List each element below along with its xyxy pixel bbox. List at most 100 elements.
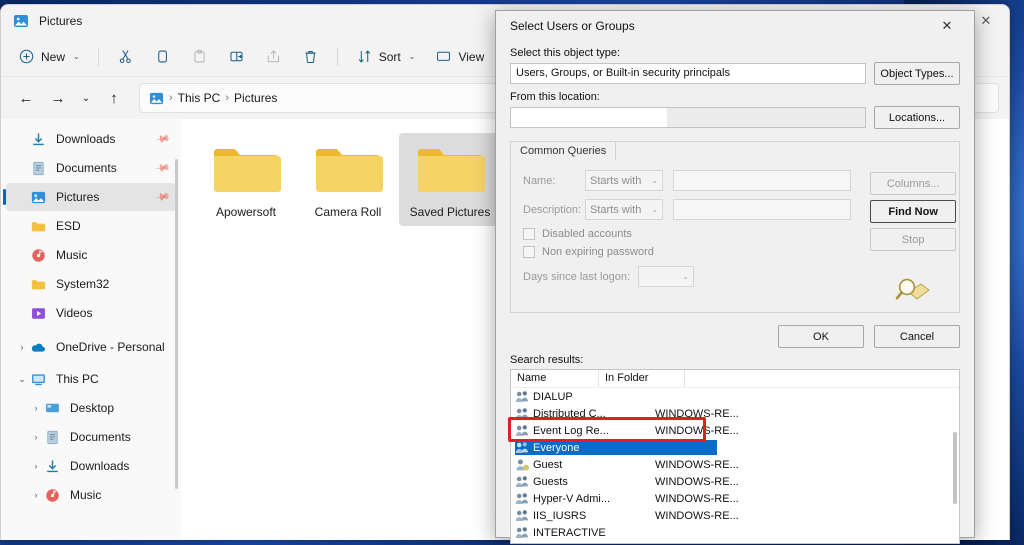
sidebar-label: Music xyxy=(70,488,102,502)
non-expiring-password-checkbox[interactable] xyxy=(523,246,535,258)
rename-icon xyxy=(230,51,243,62)
breadcrumb-item-this-pc[interactable]: This PC xyxy=(178,91,221,105)
toolbar-divider-2 xyxy=(336,47,338,66)
sidebar-item-onedrive[interactable]: › OneDrive - Personal xyxy=(6,333,176,361)
chevron-right-icon[interactable]: › xyxy=(28,461,44,471)
cancel-button[interactable]: Cancel xyxy=(874,325,960,348)
dialog-close-button[interactable]: ✕ xyxy=(926,12,968,40)
location-row: Locations... xyxy=(510,106,960,129)
chevron-right-icon[interactable]: › xyxy=(28,432,44,442)
sidebar-item-documents-pc[interactable]: › Documents xyxy=(6,423,176,451)
result-name: IUSR xyxy=(533,544,651,545)
sidebar-item-downloads-pc[interactable]: › Downloads xyxy=(6,452,176,480)
description-input[interactable] xyxy=(673,199,851,220)
description-operator-select[interactable]: Starts with ⌄ xyxy=(585,199,663,220)
navigation-pane[interactable]: Downloads 📌 Documents 📌 Pictures 📌 ESD M… xyxy=(1,119,181,540)
result-name: Guest xyxy=(533,458,563,471)
disabled-accounts-row[interactable]: Disabled accounts xyxy=(523,228,859,240)
pictures-icon xyxy=(31,191,46,203)
folder-tile-saved-pictures[interactable]: Saved Pictures xyxy=(399,133,501,226)
sidebar-item-videos[interactable]: Videos xyxy=(6,299,176,327)
breadcrumb-separator: › xyxy=(169,92,173,104)
new-button[interactable]: New ⌄ xyxy=(9,42,89,72)
pc-icon xyxy=(32,373,45,385)
sidebar-scrollbar[interactable] xyxy=(175,159,178,489)
sidebar-item-documents[interactable]: Documents 📌 xyxy=(6,154,176,182)
chevron-right-icon[interactable]: › xyxy=(28,403,44,413)
folder-name: Apowersoft xyxy=(215,205,277,219)
result-folder: WINDOWS-RE... xyxy=(655,475,739,488)
video-icon xyxy=(32,307,45,319)
name-query-row: Name: Starts with ⌄ xyxy=(523,170,859,191)
result-row[interactable]: DIALUP xyxy=(511,388,959,405)
pin-icon: 📌 xyxy=(153,130,171,148)
recent-locations-button[interactable]: ⌄ xyxy=(75,83,97,113)
sidebar-item-this-pc[interactable]: ⌄ This PC xyxy=(6,365,176,393)
search-results-list[interactable]: Name In Folder DIALUP Distributed C... W… xyxy=(510,369,960,544)
result-row[interactable]: Hyper-V Admi... WINDOWS-RE... xyxy=(511,490,959,507)
result-name: Event Log Re... xyxy=(533,424,609,437)
up-button[interactable]: ↑ xyxy=(99,83,129,113)
pin-icon: 📌 xyxy=(153,188,171,206)
forward-button[interactable]: → xyxy=(43,83,73,113)
sidebar-item-music[interactable]: Music xyxy=(6,241,176,269)
sidebar-item-music-pc[interactable]: › Music xyxy=(6,481,176,509)
object-types-button[interactable]: Object Types... xyxy=(874,62,960,85)
locations-button[interactable]: Locations... xyxy=(874,106,960,129)
result-row-selected[interactable]: Everyone xyxy=(511,439,959,456)
location-input[interactable] xyxy=(510,107,866,128)
non-expiring-password-row[interactable]: Non expiring password xyxy=(523,246,859,258)
back-button[interactable]: ← xyxy=(11,83,41,113)
chevron-right-icon[interactable]: › xyxy=(28,490,44,500)
folder-tile-apowersoft[interactable]: Apowersoft xyxy=(195,133,297,226)
sidebar-item-desktop[interactable]: › Desktop xyxy=(6,394,176,422)
chevron-down-icon[interactable]: ⌄ xyxy=(14,374,30,385)
result-row[interactable]: INTERACTIVE xyxy=(511,524,959,541)
result-row[interactable]: IUSR xyxy=(511,541,959,545)
stop-button[interactable]: Stop xyxy=(870,228,957,251)
ok-button[interactable]: OK xyxy=(778,325,864,348)
results-scrollbar[interactable] xyxy=(953,432,957,504)
folder-tile-camera-roll[interactable]: Camera Roll xyxy=(297,133,399,226)
result-row[interactable]: Guests WINDOWS-RE... xyxy=(511,473,959,490)
column-header-name[interactable]: Name xyxy=(511,370,599,387)
result-row[interactable]: Distributed C... WINDOWS-RE... xyxy=(511,405,959,422)
breadcrumb-item-pictures[interactable]: Pictures xyxy=(234,91,277,105)
folder-icon xyxy=(214,149,281,192)
name-label: Name: xyxy=(523,174,556,187)
name-operator-select[interactable]: Starts with ⌄ xyxy=(585,170,663,191)
view-button[interactable]: View xyxy=(426,42,493,72)
sort-button[interactable]: Sort ⌄ xyxy=(347,42,425,72)
sidebar-label: Music xyxy=(56,248,88,262)
folder-icon xyxy=(418,149,485,192)
columns-button[interactable]: Columns... xyxy=(870,172,957,195)
music-icon xyxy=(32,248,45,262)
result-row[interactable]: Event Log Re... WINDOWS-RE... xyxy=(511,422,959,439)
find-now-button[interactable]: Find Now xyxy=(870,200,957,223)
sidebar-label: System32 xyxy=(56,277,110,291)
object-type-input[interactable]: Users, Groups, or Built-in security prin… xyxy=(510,63,866,84)
sidebar-item-system32[interactable]: System32 xyxy=(6,270,176,298)
common-queries-tab[interactable]: Common Queries xyxy=(510,141,617,161)
result-row[interactable]: IIS_IUSRS WINDOWS-RE... xyxy=(511,507,959,524)
query-actions: Columns... Find Now Stop xyxy=(867,170,959,308)
folder-name: Camera Roll xyxy=(314,205,382,219)
sidebar-item-esd[interactable]: ESD xyxy=(6,212,176,240)
days-since-logon-row: Days since last logon: ⌄ xyxy=(523,266,859,287)
cut-button[interactable] xyxy=(108,42,143,72)
days-since-logon-select[interactable]: ⌄ xyxy=(638,266,694,287)
column-header-in-folder[interactable]: In Folder xyxy=(599,370,685,387)
dialog-actions: OK Cancel xyxy=(510,325,960,348)
result-row[interactable]: Guest WINDOWS-RE... xyxy=(511,456,959,473)
magnifier-icon xyxy=(895,278,930,300)
disabled-accounts-checkbox[interactable] xyxy=(523,228,535,240)
name-input[interactable] xyxy=(673,170,851,191)
chevron-right-icon[interactable]: › xyxy=(14,342,30,352)
delete-button[interactable] xyxy=(293,42,328,72)
result-folder: WINDOWS-RE... xyxy=(655,509,739,522)
plus-circle-icon xyxy=(19,49,34,64)
sidebar-item-downloads[interactable]: Downloads 📌 xyxy=(6,125,176,153)
sidebar-item-pictures[interactable]: Pictures 📌 xyxy=(3,183,176,211)
rename-button[interactable] xyxy=(219,42,254,72)
copy-button[interactable] xyxy=(145,42,180,72)
